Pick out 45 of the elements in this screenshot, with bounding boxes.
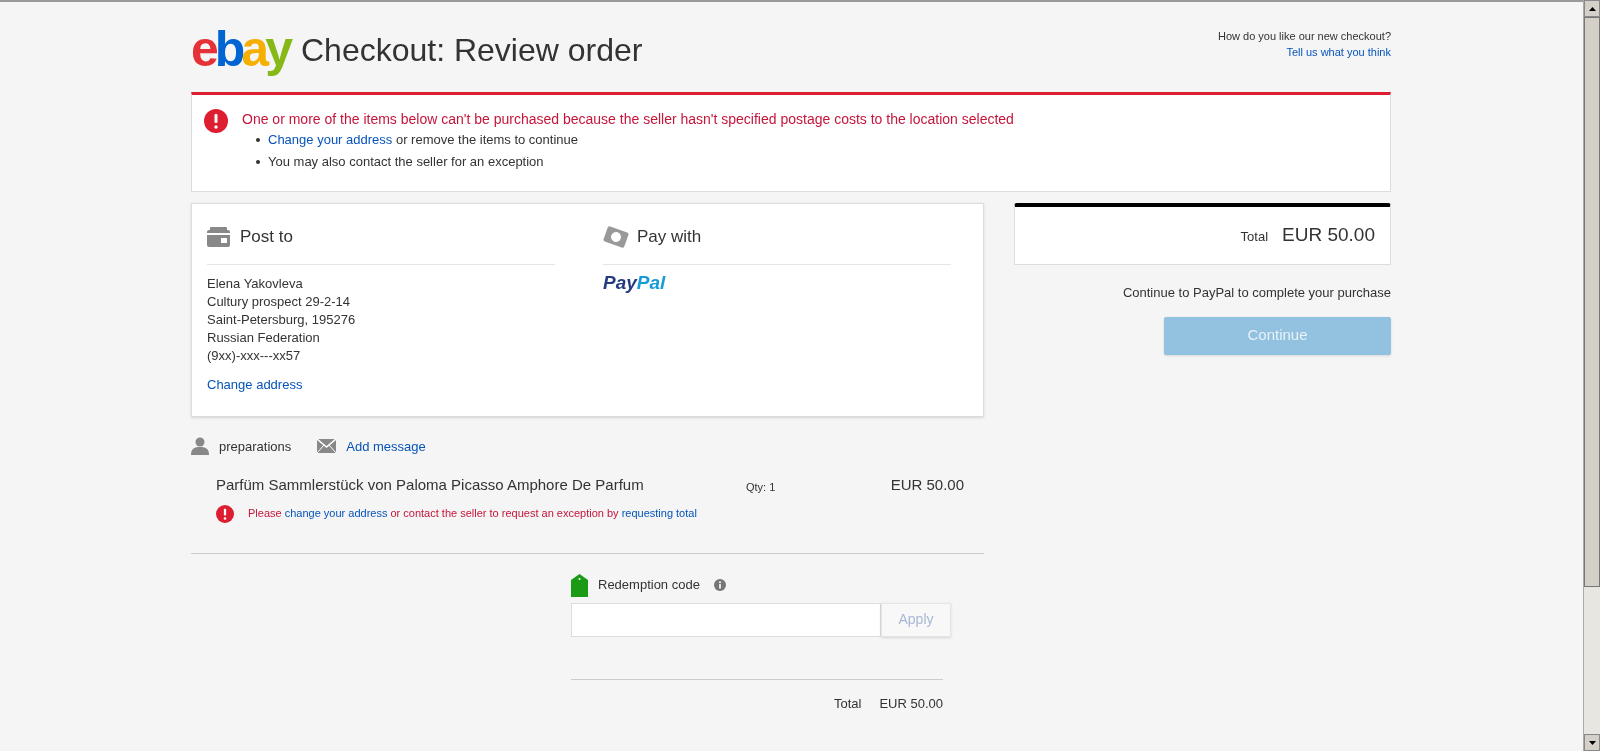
redemption-label: Redemption code [598,576,700,595]
address-line: Saint-Petersburg, 195276 [207,310,357,329]
scroll-up-icon [1588,6,1596,11]
pay-with-heading: Pay with [637,226,702,248]
bullet [256,160,260,164]
address-line: (9xx)-xxx---xx57 [207,346,302,365]
person-icon [191,437,209,456]
address-line: Russian Federation [207,328,321,347]
post-to-heading: Post to [240,226,293,248]
item-error-message: Please change your address or contact the seller to request an exception by requesting total [248,506,697,522]
paypal-logo: PayPal [603,270,667,292]
wallet-icon [603,225,629,248]
seller-name: preparations [219,437,292,456]
change-address-link[interactable]: Change address [207,374,303,394]
summary-total-value: EUR 50.00 [1282,223,1375,248]
error-icon [204,109,228,133]
address-line: Cultury prospect 29-2-14 [207,292,352,311]
scroll-down-icon [1588,740,1596,745]
summary-total-label: Total [1240,228,1269,247]
feedback-question: How do you like our new checkout? [1217,29,1391,44]
scrollbar[interactable] [1583,0,1600,751]
scroll-thumb[interactable] [1584,17,1600,587]
error-icon [216,504,234,523]
ebay-logo[interactable]: ebay [191,24,289,74]
info-icon[interactable] [713,579,726,591]
alert-bullet-text: Change your address or remove the items to continue [268,131,578,149]
alert-bullet-text: You may also contact the seller for an exception [268,153,544,171]
item-quantity: Qty: 1 [746,480,777,495]
item-price: EUR 50.00 [890,475,964,495]
alert-message: One or more of the items below can't be purchased because the seller hasn't specified postage costs to the location selected [242,110,1014,129]
paypal-note: Continue to PayPal to complete your purchase [1121,284,1391,302]
tag-icon [571,573,588,597]
page-title: Checkout: Review order [301,34,643,66]
item-title[interactable]: Parfüm Sammlerstück von Paloma Picasso Amphore De Parfum [216,474,746,497]
order-total-value: EUR 50.00 [879,694,943,713]
add-message-link[interactable]: Add message [346,436,426,456]
order-total-label: Total [833,694,862,713]
scroll-down-button[interactable] [1584,734,1600,751]
feedback-link[interactable]: Tell us what you think [1286,46,1391,58]
package-icon [207,226,230,247]
bullet [256,138,260,142]
scroll-up-button[interactable] [1584,0,1600,17]
redemption-code-field[interactable] [571,602,881,637]
address-line: Elena Yakovleva [207,274,304,293]
envelope-icon [317,439,337,454]
